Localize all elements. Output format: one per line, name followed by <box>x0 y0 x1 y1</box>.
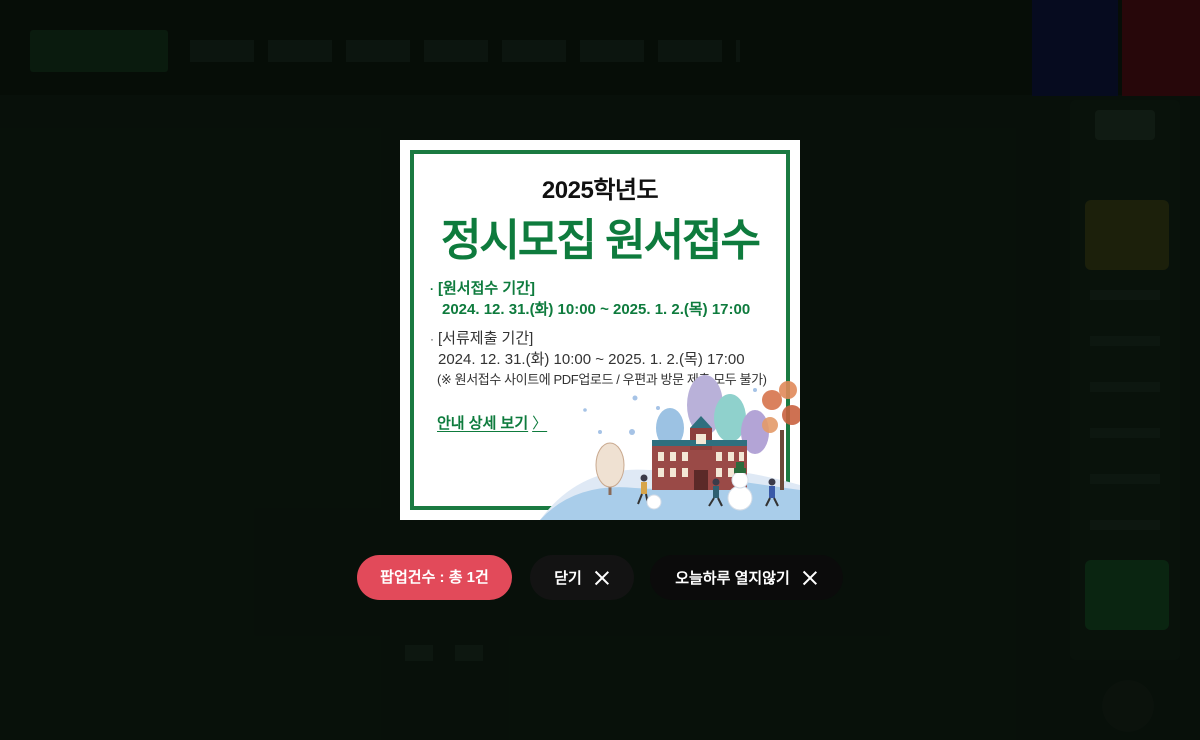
bullet-icon: · <box>430 282 434 296</box>
detail-link-text: 안내 상세 보기 <box>437 415 529 432</box>
document-label-text: [서류제출 기간] <box>438 330 534 347</box>
close-icon <box>594 570 610 586</box>
close-icon <box>802 570 818 586</box>
dont-show-today-label: 오늘하루 열지않기 <box>675 570 790 587</box>
dont-show-today-button[interactable]: 오늘하루 열지않기 <box>650 555 843 600</box>
winter-campus-illustration <box>540 375 800 520</box>
popup-count-badge: 팝업건수 : 총 1건 <box>357 555 512 600</box>
close-button-label: 닫기 <box>554 570 582 587</box>
document-period-value: 2024. 12. 31.(화) 10:00 ~ 2025. 1. 2.(목) … <box>438 351 745 368</box>
document-period-label: · [서류제출 기간] <box>430 327 533 348</box>
bullet-icon: · <box>430 332 434 346</box>
application-label-text: [원서접수 기간] <box>438 280 535 297</box>
close-button[interactable]: 닫기 <box>530 555 634 600</box>
application-period-label: · [원서접수 기간] <box>430 277 535 298</box>
popup-year: 2025학년도 <box>541 177 659 204</box>
detail-link[interactable]: 안내 상세 보기 〉 <box>437 412 547 433</box>
application-period-value: 2024. 12. 31.(화) 10:00 ~ 2025. 1. 2.(목) … <box>442 301 751 318</box>
popup-title: 정시모집 원서접수 <box>440 216 761 265</box>
snowball-icon <box>646 494 662 510</box>
admission-popup[interactable]: 2025학년도 정시모집 원서접수 · [원서접수 기간] 2024. 12. 3… <box>400 140 800 520</box>
